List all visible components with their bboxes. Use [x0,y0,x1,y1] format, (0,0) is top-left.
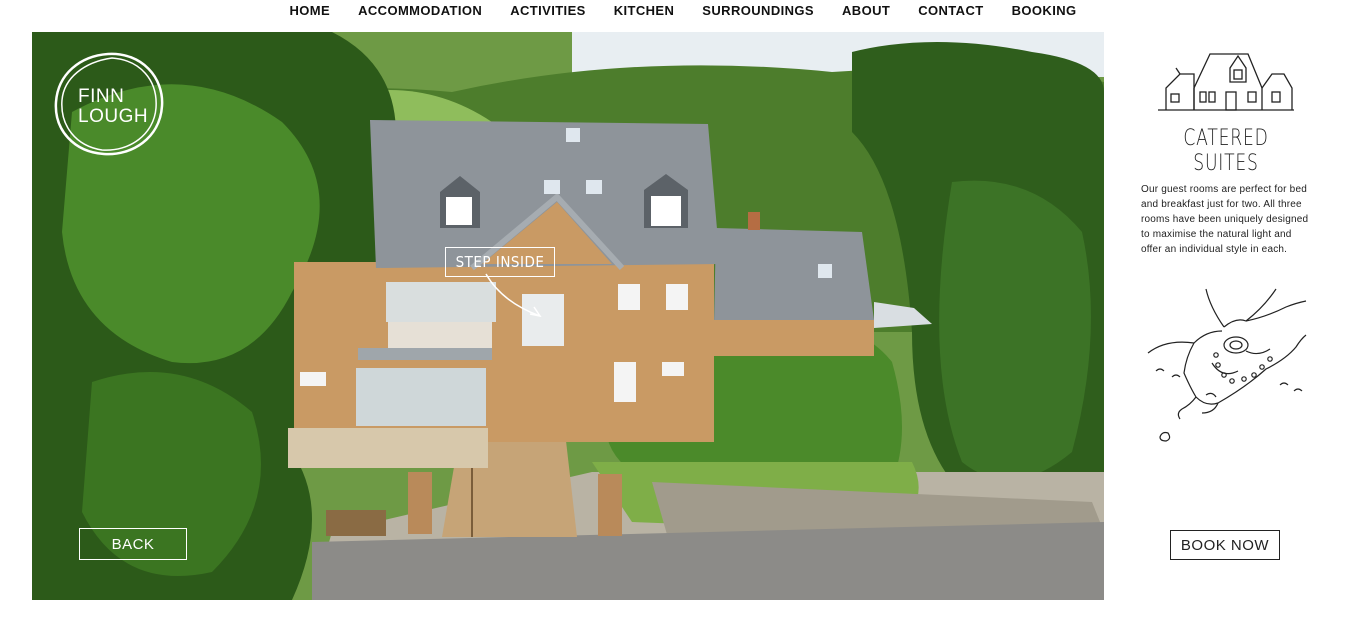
logo-text: FINN LOUGH [78,87,148,127]
finn-lough-logo[interactable]: FINN LOUGH [50,50,166,158]
step-inside-arrow-icon [485,273,542,318]
hero-image: FINN LOUGH STEP INSIDE BACK [32,32,1104,600]
main-nav: HOME ACCOMMODATION ACTIVITIES KITCHEN SU… [0,0,1366,32]
section-description: Our guest rooms are perfect for bed and … [1141,184,1309,255]
page: HOME ACCOMMODATION ACTIVITIES KITCHEN SU… [0,0,1366,633]
nav-item-accommodation[interactable]: ACCOMMODATION [358,3,482,18]
nav-item-kitchen[interactable]: KITCHEN [614,3,675,18]
book-now-button[interactable]: BOOK NOW [1170,530,1280,560]
nav-item-contact[interactable]: CONTACT [918,3,983,18]
nav-list: HOME ACCOMMODATION ACTIVITIES KITCHEN SU… [289,3,1076,18]
house-sketch-icon [1158,53,1294,111]
nav-item-home[interactable]: HOME [289,3,330,18]
map-sketch-icon [1147,288,1307,442]
nav-item-booking[interactable]: BOOKING [1012,3,1077,18]
sidebar: CATERED SUITES Our guest rooms are perfe… [1128,32,1328,600]
logo-line-1: FINN [78,86,125,107]
hero-photo-illustration [32,32,1104,600]
nav-item-surroundings[interactable]: SURROUNDINGS [702,3,814,18]
back-button[interactable]: BACK [79,528,187,560]
nav-item-activities[interactable]: ACTIVITIES [510,3,586,18]
logo-line-2: LOUGH [78,106,149,127]
nav-item-about[interactable]: ABOUT [842,3,890,18]
section-title: CATERED SUITES [1183,126,1269,176]
